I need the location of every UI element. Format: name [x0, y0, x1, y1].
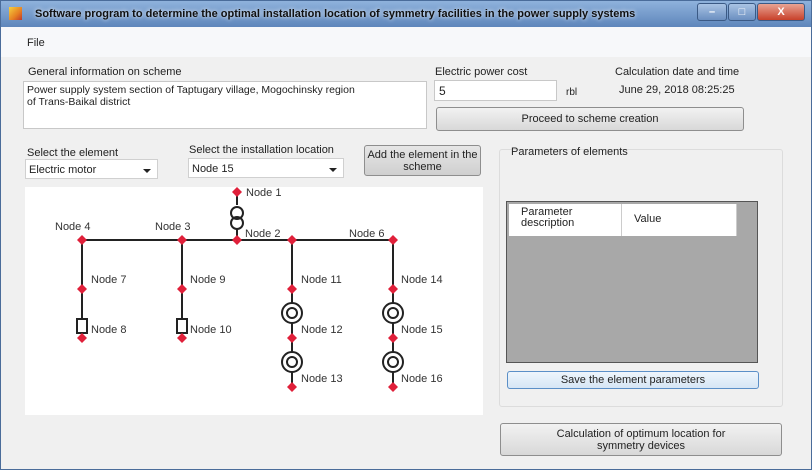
save-parameters-button[interactable]: Save the element parameters — [507, 371, 759, 389]
node-label: Node 7 — [91, 274, 126, 286]
node-label: Node 4 — [55, 221, 90, 233]
add-element-button[interactable]: Add the element in the scheme — [364, 145, 481, 176]
node-label: Node 10 — [190, 324, 232, 336]
node-label: Node 15 — [401, 324, 443, 336]
menu-bar: File — [1, 27, 811, 57]
power-cost-label: Electric power cost — [435, 66, 528, 78]
scheme-diagram[interactable]: Node 1 Node 4 Node 3 Node 2 Node 6 Node … — [25, 187, 483, 415]
calc-date-value: June 29, 2018 08:25:25 — [619, 84, 735, 96]
node-label: Node 6 — [349, 228, 384, 240]
app-icon — [9, 7, 22, 20]
menu-file[interactable]: File — [27, 37, 45, 49]
grid-header: Parameter description Value — [509, 204, 737, 236]
title-bar: Software program to determine the optima… — [1, 1, 811, 27]
minimize-button[interactable]: – — [697, 3, 727, 21]
node-label: Node 8 — [91, 324, 126, 336]
node-label: Node 11 — [301, 274, 342, 286]
calculate-optimum-button[interactable]: Calculation of optimum location for symm… — [500, 423, 782, 456]
node-label: Node 9 — [190, 274, 225, 286]
node-label: Node 14 — [401, 274, 443, 286]
chevron-down-icon — [329, 168, 337, 172]
select-element-label: Select the element — [27, 147, 119, 159]
cost-unit: rbl — [566, 87, 578, 98]
general-info-textarea[interactable]: Power supply system section of Taptugary… — [23, 81, 427, 129]
select-location-value: Node 15 — [192, 163, 234, 175]
node-label: Node 12 — [301, 324, 343, 336]
column-header-description[interactable]: Parameter description — [509, 204, 622, 236]
select-location-label: Select the installation location — [189, 144, 334, 156]
general-info-label: General information on scheme — [28, 66, 182, 78]
node-label: Node 16 — [401, 373, 443, 385]
column-header-value[interactable]: Value — [622, 204, 737, 236]
select-location-combo[interactable]: Node 15 — [188, 158, 344, 178]
node-label: Node 3 — [155, 221, 190, 233]
node-label: Node 2 — [245, 228, 280, 240]
maximize-button[interactable]: □ — [728, 3, 756, 21]
chevron-down-icon — [143, 169, 151, 173]
node-label: Node 13 — [301, 373, 343, 385]
select-element-combo[interactable]: Electric motor — [25, 159, 158, 179]
main-window: Software program to determine the optima… — [0, 0, 812, 470]
proceed-scheme-button[interactable]: Proceed to scheme creation — [436, 107, 744, 131]
select-element-value: Electric motor — [29, 164, 97, 176]
parameters-label: Parameters of elements — [511, 146, 628, 158]
calc-date-label: Calculation date and time — [615, 66, 740, 78]
power-cost-input[interactable]: 5 — [434, 80, 557, 101]
close-button[interactable]: X — [757, 3, 805, 21]
parameters-grid[interactable]: Parameter description Value — [506, 201, 758, 363]
window-title: Software program to determine the optima… — [35, 8, 636, 20]
node-label: Node 1 — [246, 187, 281, 199]
